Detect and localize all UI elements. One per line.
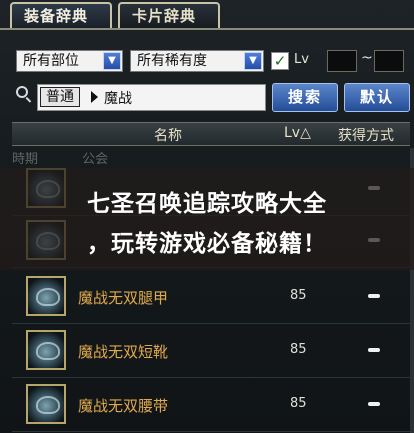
- caret-right-icon: [91, 91, 98, 103]
- chevron-down-icon[interactable]: ▼: [103, 52, 121, 70]
- item-level: 85: [290, 288, 307, 303]
- search-query-text: 魔战: [104, 91, 132, 107]
- promo-headline-line1: 七圣召唤追踪攻略大全: [87, 191, 327, 217]
- default-button[interactable]: 默认: [344, 83, 410, 112]
- source-indicator-icon: [368, 348, 380, 352]
- source-indicator-icon: [368, 402, 380, 406]
- tab-card-dictionary[interactable]: 卡片辞典: [118, 2, 220, 28]
- lv-min-input[interactable]: [327, 50, 357, 72]
- promo-overlay: 七圣召唤追踪攻略大全 ，玩转游戏必备秘籍！: [0, 168, 414, 270]
- lv-max-input[interactable]: [374, 50, 404, 72]
- search-icon: [16, 86, 28, 98]
- table-row[interactable]: 魔战无双腿甲 85: [12, 272, 410, 324]
- item-level: 85: [290, 396, 307, 411]
- slot-dropdown[interactable]: 所有部位 ▼: [16, 50, 123, 72]
- item-icon: [26, 384, 66, 424]
- table-row[interactable]: 魔战无双短靴 85: [12, 326, 410, 378]
- item-icon: [26, 276, 66, 316]
- item-name: 魔战无双腰带: [78, 397, 169, 415]
- lv-label: Lv: [294, 52, 309, 67]
- slot-dropdown-value: 所有部位: [23, 53, 79, 69]
- search-mode-selector[interactable]: 普通: [40, 87, 80, 107]
- rarity-dropdown-value: 所有稀有度: [137, 53, 207, 69]
- source-indicator-icon: [368, 294, 380, 298]
- column-header-source[interactable]: 获得方式: [338, 125, 394, 145]
- search-button[interactable]: 搜索: [272, 83, 338, 112]
- lv-filter-checkbox[interactable]: ✓: [271, 52, 289, 70]
- item-name: 魔战无双腿甲: [78, 289, 169, 307]
- table-row[interactable]: 魔战无双腰带 85: [12, 380, 410, 432]
- table-header: 名称 Lv△ 获得方式: [12, 122, 410, 146]
- column-header-lv[interactable]: Lv△: [284, 125, 311, 141]
- promo-headline-line2: ，玩转游戏必备秘籍！: [87, 231, 327, 257]
- equipment-dictionary-window: 装备辞典 卡片辞典 所有部位 ▼ 所有稀有度 ▼ ✓ Lv ~ 普通 魔战 搜索…: [0, 0, 414, 433]
- column-header-name[interactable]: 名称: [154, 125, 182, 145]
- lv-range-separator: ~: [361, 50, 373, 66]
- item-name: 魔战无双短靴: [78, 343, 169, 361]
- tab-equipment-dictionary[interactable]: 装备辞典: [10, 2, 112, 28]
- chevron-down-icon[interactable]: ▼: [244, 52, 262, 70]
- rarity-dropdown[interactable]: 所有稀有度 ▼: [130, 50, 264, 72]
- search-input[interactable]: 普通 魔战: [37, 84, 266, 111]
- item-icon: [26, 330, 66, 370]
- item-level: 85: [290, 342, 307, 357]
- tab-divider: [0, 28, 414, 30]
